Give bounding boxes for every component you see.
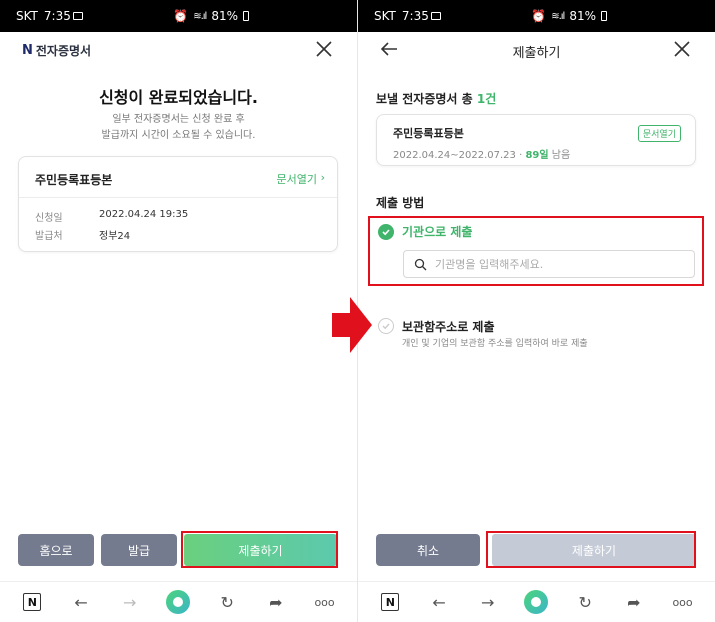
option-institution[interactable]: 기관으로 제출 xyxy=(378,223,472,240)
wifi-signal-icon: ≋.ıl xyxy=(193,10,207,22)
app-header: 제출하기 xyxy=(358,32,715,68)
send-count-value: 1건 xyxy=(476,92,497,106)
refresh-icon[interactable]: ↻ xyxy=(570,587,600,617)
days-remaining: 89일 xyxy=(525,150,549,161)
open-document-link[interactable]: 문서열기 xyxy=(277,171,317,187)
n-logo-icon: N xyxy=(23,593,42,611)
refresh-icon[interactable]: ↻ xyxy=(212,587,242,617)
clock: 7:35 xyxy=(401,9,429,23)
browser-nav-bar: N ← → ↻ ➦ ooo xyxy=(358,581,715,622)
battery-icon xyxy=(601,11,607,21)
issuer-label: 발급처 xyxy=(35,231,63,242)
share-icon[interactable]: ➦ xyxy=(619,587,649,617)
submit-button[interactable]: 제출하기 xyxy=(184,534,337,566)
status-bar: SKT 7:35 ⏰ ≋.ıl 81% xyxy=(358,0,715,32)
image-notification-icon xyxy=(430,12,441,20)
back-arrow-icon[interactable]: ← xyxy=(66,587,96,617)
submit-method-heading: 제출 방법 xyxy=(376,196,425,210)
period-range: 2022.04.24~2022.07.23 · xyxy=(393,150,526,161)
clock: 7:35 xyxy=(43,9,71,23)
left-screen: SKT 7:35 ⏰ ≋.ıl 81% N 전자증명서 신청이 완료되었습니다.… xyxy=(0,0,357,622)
naver-n-icon: N xyxy=(22,43,33,58)
forward-arrow-icon[interactable]: → xyxy=(115,587,145,617)
chevron-right-icon: › xyxy=(320,171,325,184)
submit-button-disabled[interactable]: 제출하기 xyxy=(492,534,696,566)
bottom-actions: 홈으로 발급 제출하기 xyxy=(18,534,337,566)
home-button[interactable]: 홈으로 xyxy=(18,534,94,566)
bottom-actions: 취소 제출하기 xyxy=(376,534,696,566)
validity-period: 2022.04.24~2022.07.23 · 89일 남음 xyxy=(393,146,570,161)
card-divider xyxy=(19,197,337,198)
subtitle-line-2: 발급까지 시간이 소요될 수 있습니다. xyxy=(101,130,256,141)
image-notification-icon xyxy=(72,12,83,20)
option-mailbox-description: 개인 및 기업의 보관함 주소를 입력하여 바로 제출 xyxy=(402,339,588,349)
check-circle-icon xyxy=(378,223,394,240)
carrier-label: SKT xyxy=(16,9,38,23)
days-suffix: 남음 xyxy=(548,150,571,161)
n-home-button[interactable]: N xyxy=(17,587,47,617)
red-arrow-icon xyxy=(332,297,372,353)
battery-level: 81% xyxy=(211,9,238,23)
forward-arrow-icon[interactable]: → xyxy=(473,587,503,617)
alarm-icon: ⏰ xyxy=(173,9,189,23)
more-icon[interactable]: ooo xyxy=(668,587,698,617)
n-logo-icon: N xyxy=(381,593,400,611)
document-title: 주민등록표등본 xyxy=(35,173,113,187)
document-card: 주민등록표등본 문서열기 › 신청일 2022.04.24 19:35 발급처 … xyxy=(18,156,338,252)
battery-level: 81% xyxy=(569,9,596,23)
carrier-label: SKT xyxy=(374,9,396,23)
option-mailbox-label: 보관함주소로 제출 xyxy=(402,320,495,334)
brand-logo: N 전자증명서 xyxy=(22,42,91,59)
document-card: 주민등록표등본 문서열기 2022.04.24~2022.07.23 · 89일… xyxy=(376,114,696,166)
green-dot-button[interactable] xyxy=(163,587,193,617)
page-title: 신청이 완료되었습니다. xyxy=(99,88,258,107)
app-header: N 전자증명서 xyxy=(0,32,357,68)
share-icon[interactable]: ➦ xyxy=(261,587,291,617)
cancel-button[interactable]: 취소 xyxy=(376,534,480,566)
issuer-value: 정부24 xyxy=(99,231,131,242)
green-dot-icon xyxy=(524,590,549,614)
alarm-icon: ⏰ xyxy=(531,9,547,23)
send-count-label: 보낼 전자증명서 총 xyxy=(376,92,473,106)
institution-search-input[interactable] xyxy=(435,257,675,271)
battery-icon xyxy=(243,11,249,21)
applied-date-label: 신청일 xyxy=(35,213,63,224)
back-arrow-icon[interactable]: ← xyxy=(424,587,454,617)
subtitle-line-1: 일부 전자증명서는 신청 완료 후 xyxy=(112,114,245,125)
right-screen: SKT 7:35 ⏰ ≋.ıl 81% 제출하기 보낼 전자증명서 총 1건 주… xyxy=(358,0,715,622)
send-count-heading: 보낼 전자증명서 총 1건 xyxy=(376,90,496,107)
check-circle-outline-icon xyxy=(378,318,394,334)
wifi-signal-icon: ≋.ıl xyxy=(551,10,565,22)
open-document-button[interactable]: 문서열기 xyxy=(637,125,681,142)
status-bar: SKT 7:35 ⏰ ≋.ıl 81% xyxy=(0,0,357,32)
option-institution-label: 기관으로 제출 xyxy=(402,225,473,239)
green-dot-button[interactable] xyxy=(521,587,551,617)
green-dot-icon xyxy=(166,590,191,614)
page-title: 제출하기 xyxy=(512,46,561,61)
close-icon[interactable] xyxy=(671,38,693,60)
page-subtitle: 일부 전자증명서는 신청 완료 후 발급까지 시간이 소요될 수 있습니다. xyxy=(0,112,357,144)
document-title: 주민등록표등본 xyxy=(393,127,464,140)
issue-button[interactable]: 발급 xyxy=(101,534,177,566)
browser-nav-bar: N ← → ↻ ➦ ooo xyxy=(0,581,357,622)
n-home-button[interactable]: N xyxy=(375,587,405,617)
search-icon xyxy=(414,258,427,270)
close-icon[interactable] xyxy=(313,38,335,60)
brand-name: 전자증명서 xyxy=(35,44,92,58)
institution-search-box xyxy=(403,250,695,278)
more-icon[interactable]: ooo xyxy=(310,587,340,617)
applied-date-value: 2022.04.24 19:35 xyxy=(99,209,189,220)
